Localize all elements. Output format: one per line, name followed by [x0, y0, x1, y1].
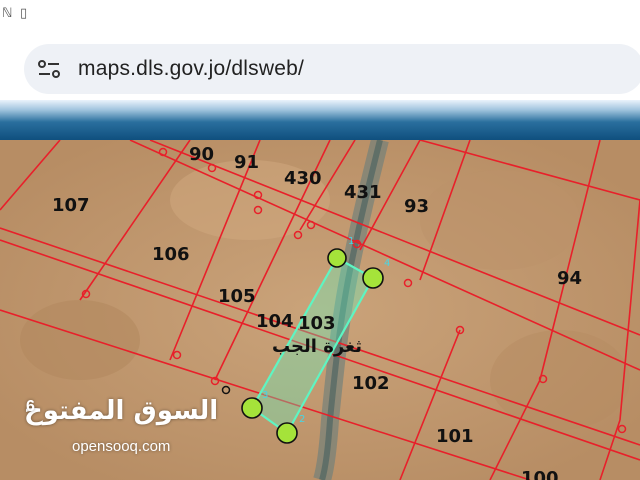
status-bar: ℕ ▯ [0, 0, 640, 28]
map-header-banner [0, 100, 640, 140]
area-name-label: ثغرة الجب [272, 336, 362, 357]
vertex-handle [362, 267, 384, 289]
parcel-label-430[interactable]: 430 [284, 168, 322, 189]
map-canvas[interactable]: 1 4 2 3 [0, 140, 640, 480]
vibrate-icon: ▯ [20, 6, 28, 21]
terrain-patch [420, 170, 580, 270]
map-view[interactable]: 1 4 2 3 90 91 430 431 93 107 106 94 105 … [0, 140, 640, 480]
parcel-label-103[interactable]: 103 [298, 313, 336, 334]
parcel-label-104[interactable]: 104 [256, 311, 294, 332]
svg-text:4: 4 [384, 258, 390, 269]
n-icon: ℕ [2, 6, 13, 21]
parcel-label-101[interactable]: 101 [436, 426, 474, 447]
svg-text:1: 1 [348, 236, 354, 247]
vertex-handle [327, 248, 347, 268]
vertex-handle [241, 397, 263, 419]
svg-text:3: 3 [262, 390, 268, 401]
parcel-label-100[interactable]: 100 [521, 468, 559, 480]
terrain-patch [20, 300, 140, 380]
parcel-label-105[interactable]: 105 [218, 286, 256, 307]
svg-text:2: 2 [299, 414, 305, 425]
parcel-label-102[interactable]: 102 [352, 373, 390, 394]
url-text[interactable]: maps.dls.gov.jo/dlsweb/ [78, 57, 304, 81]
parcel-label-90[interactable]: 90 [189, 144, 214, 165]
parcel-label-106[interactable]: 106 [152, 244, 190, 265]
parcel-label-107[interactable]: 107 [52, 195, 90, 216]
parcel-label-94[interactable]: 94 [557, 268, 582, 289]
address-bar[interactable]: maps.dls.gov.jo/dlsweb/ [24, 44, 640, 94]
parcel-label-431[interactable]: 431 [344, 182, 382, 203]
vertex-handle [276, 422, 298, 444]
opensooq-logo-arabic: السوق المفتوح [24, 396, 219, 426]
watermark-number: 6 [26, 398, 35, 415]
opensooq-logo-english: opensooq.com [72, 438, 171, 455]
parcel-label-93[interactable]: 93 [404, 196, 429, 217]
parcel-label-91[interactable]: 91 [234, 152, 259, 173]
site-settings-icon[interactable] [38, 59, 60, 79]
